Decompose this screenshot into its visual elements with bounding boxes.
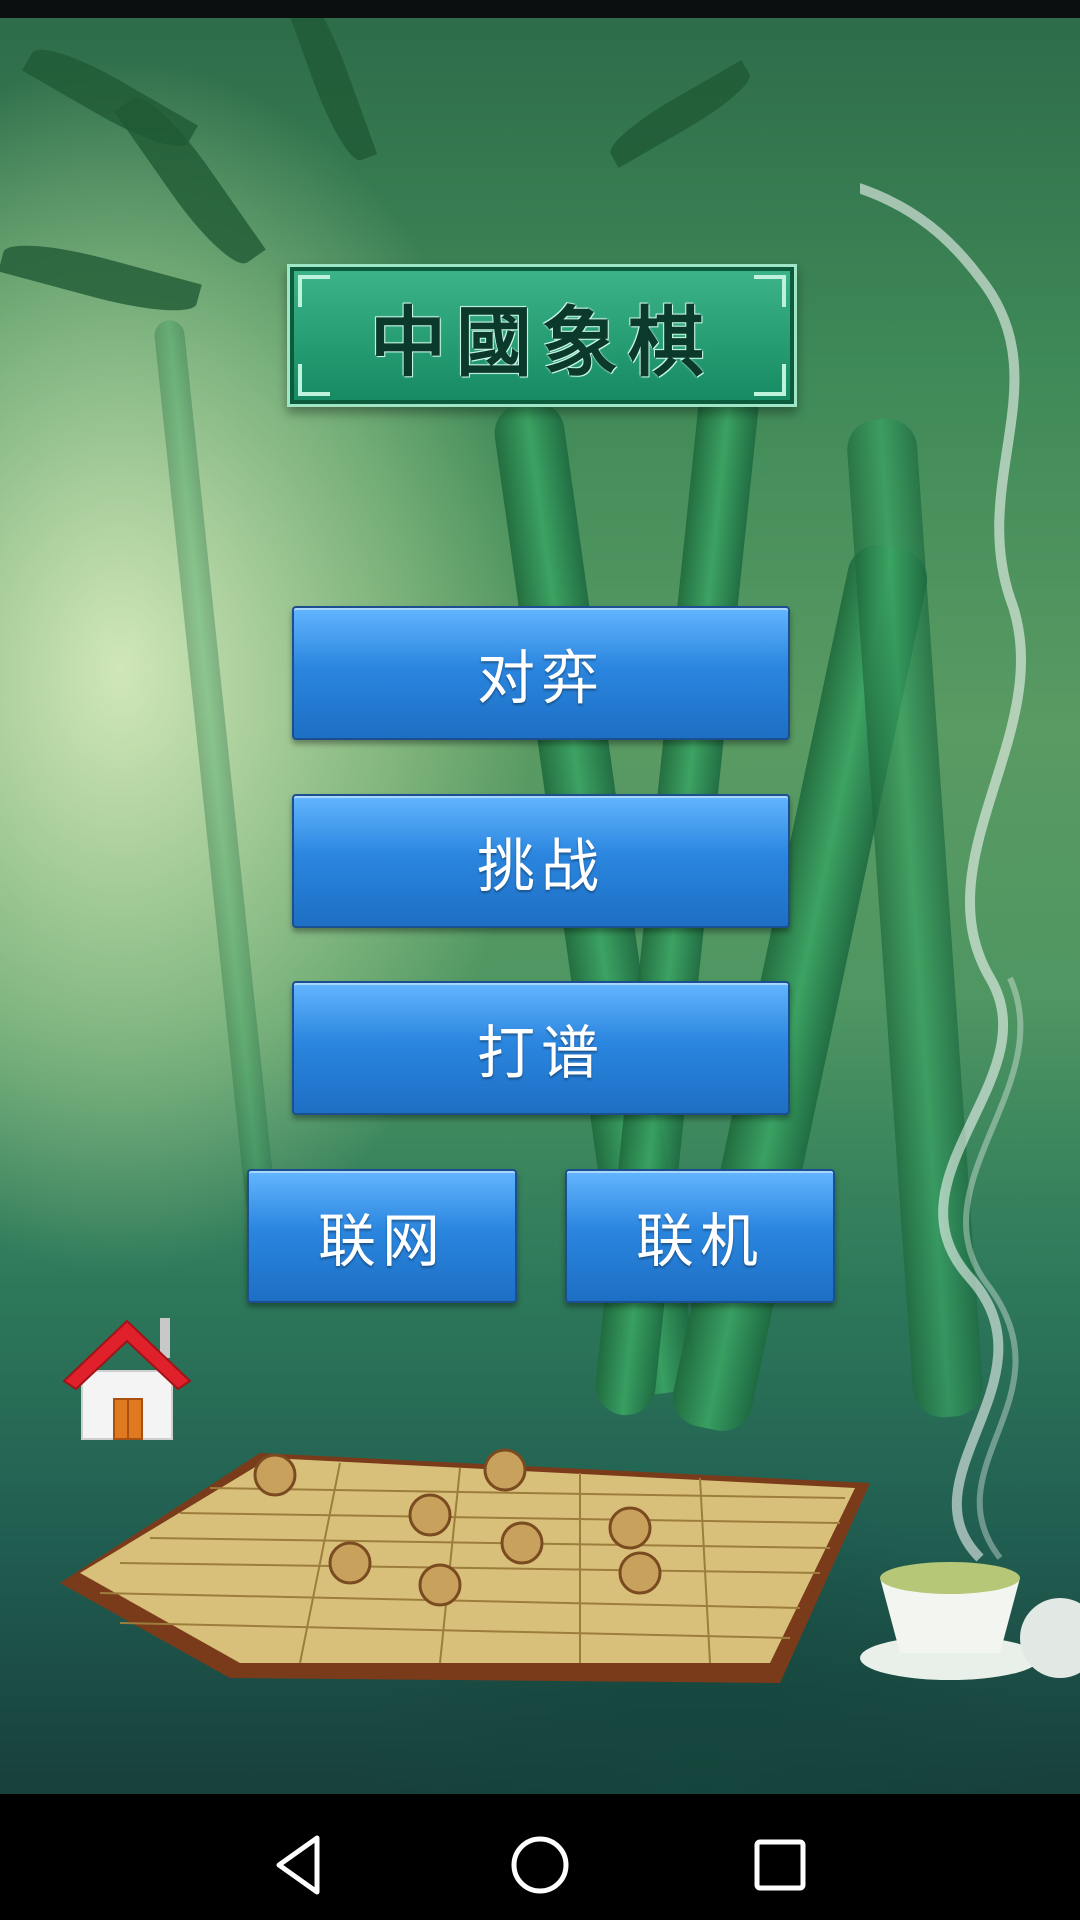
- game-title-banner: 中國象棋: [287, 264, 797, 407]
- dapu-button[interactable]: 打谱: [292, 981, 790, 1115]
- bamboo-leaf: [0, 232, 202, 324]
- bamboo-stalk: [153, 318, 277, 1218]
- teacup-illustration: [860, 1562, 1080, 1680]
- home-circle-icon[interactable]: [505, 1830, 575, 1900]
- status-bar: [0, 0, 1080, 18]
- recents-square-icon[interactable]: [745, 1830, 815, 1900]
- bamboo-leaf: [602, 60, 758, 168]
- incense-smoke: [860, 183, 1026, 1562]
- game-title: 中國象棋: [370, 297, 714, 387]
- bamboo-leaf: [282, 18, 378, 167]
- tiaozhan-button[interactable]: 挑战: [292, 794, 790, 928]
- duiyi-button[interactable]: 对弈: [292, 606, 790, 740]
- bamboo-leaf: [114, 85, 266, 276]
- banner-corner: [754, 364, 786, 396]
- back-triangle-icon[interactable]: [265, 1830, 335, 1900]
- home-icon[interactable]: [62, 1313, 192, 1443]
- banner-corner: [298, 364, 330, 396]
- lianji-button[interactable]: 联机: [565, 1169, 835, 1303]
- lianwang-button[interactable]: 联网: [247, 1169, 517, 1303]
- xiangqi-board-illustration: [60, 1448, 870, 1683]
